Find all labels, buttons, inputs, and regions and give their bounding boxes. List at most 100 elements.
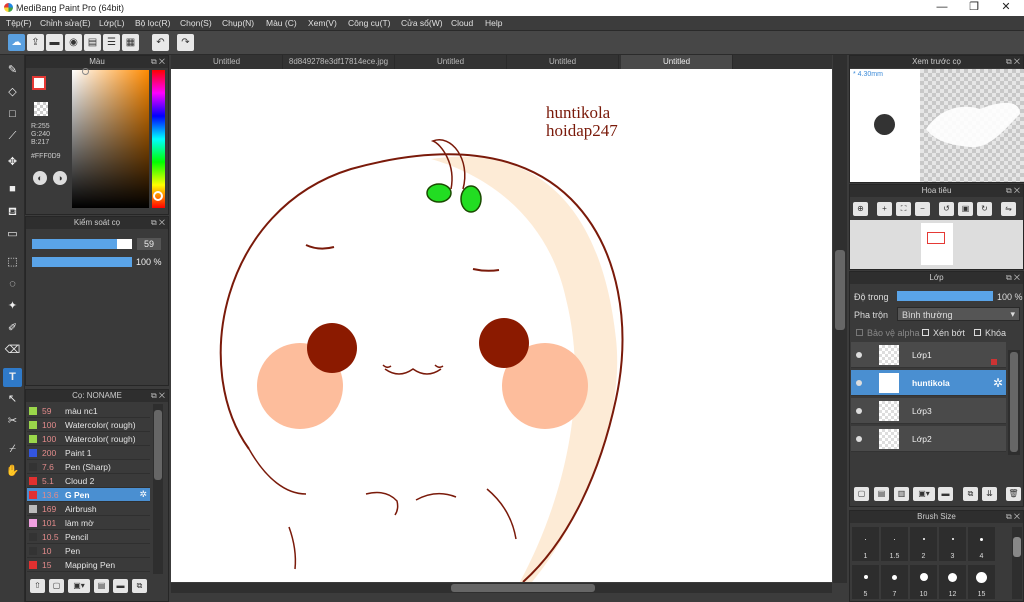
menu-select[interactable]: Chọn(S) <box>180 18 212 28</box>
layer-list-scroll-thumb[interactable] <box>1010 352 1018 452</box>
move-tool-icon[interactable]: ✥ <box>3 153 22 172</box>
grid-icon[interactable]: ▦ <box>122 34 139 51</box>
layer-row[interactable]: huntikola ✲ <box>851 370 1006 396</box>
brush-size-option[interactable]: 4 <box>968 527 995 561</box>
minimize-button[interactable]: — <box>926 0 958 16</box>
undo-icon[interactable]: ↶ <box>152 34 169 51</box>
tab-untitled-1[interactable]: Untitled <box>171 55 283 69</box>
canvas-horizontal-scrollbar[interactable] <box>171 583 832 593</box>
add-layer-menu-icon[interactable]: ▣▾ <box>913 487 935 501</box>
brush-copy-icon[interactable]: ⧉ <box>132 579 147 593</box>
menu-edit[interactable]: Chỉnh sửa(E) <box>40 18 91 28</box>
brush-tool-icon[interactable]: ✎ <box>3 61 22 80</box>
rotate-right-icon[interactable]: ↻ <box>977 202 992 216</box>
gradient-tool-icon[interactable]: ▭ <box>3 225 22 244</box>
eye-icon[interactable] <box>856 408 862 414</box>
foreground-color-swatch[interactable] <box>32 76 46 90</box>
eraser-tool-icon[interactable]: ◇ <box>3 83 22 102</box>
hand-tool-icon[interactable]: ✋ <box>3 462 22 481</box>
tab-untitled-2[interactable]: Untitled <box>395 55 507 69</box>
menu-window[interactable]: Cửa sổ(W) <box>401 18 443 28</box>
menu-tools[interactable]: Công cụ(T) <box>348 18 391 28</box>
merge-layer-icon[interactable]: ⇊ <box>982 487 997 501</box>
brush-list-scroll-thumb[interactable] <box>154 410 162 480</box>
gear-icon[interactable]: ✲ <box>993 376 1003 390</box>
canvas-h-scroll-thumb[interactable] <box>451 584 595 592</box>
brush-size-scroll-thumb[interactable] <box>1013 537 1021 557</box>
layer-folder-icon[interactable]: ▬ <box>938 487 953 501</box>
select-pen-tool-icon[interactable]: ✐ <box>3 319 22 338</box>
brush-list-item[interactable]: 59 màu nc1 <box>27 404 150 418</box>
comment-icon[interactable]: ▬ <box>46 34 63 51</box>
protect-alpha-checkbox[interactable] <box>856 329 863 336</box>
close-button[interactable]: ✕ <box>990 0 1022 16</box>
panel-controls-icon[interactable]: ⧉ ✕ <box>151 217 165 229</box>
brush-size-option[interactable]: 7 <box>881 565 908 599</box>
duplicate-layer-icon[interactable]: ⧉ <box>963 487 978 501</box>
chat-icon[interactable]: ◉ <box>65 34 82 51</box>
brush-list-item[interactable]: 100 Watercolor( rough) <box>27 418 150 432</box>
select-eraser-tool-icon[interactable]: ⌫ <box>3 341 22 360</box>
line-tool-icon[interactable]: ⟋ <box>3 127 22 146</box>
menu-cloud[interactable]: Cloud <box>451 18 473 28</box>
list-icon[interactable]: ☰ <box>103 34 120 51</box>
brush-size-option[interactable]: 3 <box>939 527 966 561</box>
document-icon[interactable]: ▤ <box>84 34 101 51</box>
rotate-left-icon[interactable]: ↺ <box>939 202 954 216</box>
navigator-viewport[interactable] <box>927 232 945 244</box>
menu-capture[interactable]: Chụp(N) <box>222 18 254 28</box>
brush-size-slider[interactable] <box>32 239 132 249</box>
layer-row[interactable]: Lớp1 <box>851 342 1006 368</box>
brush-size-option[interactable]: 12 <box>939 565 966 599</box>
flip-icon[interactable]: ⇋ <box>1001 202 1016 216</box>
canvas-vertical-scrollbar[interactable] <box>833 55 847 583</box>
layer-row[interactable]: Lớp2 <box>851 426 1006 452</box>
select-rect-tool-icon[interactable]: ⬚ <box>3 253 22 272</box>
eyedropper-tool-icon[interactable]: ⌿ <box>3 440 22 459</box>
panel-controls-icon[interactable]: ⧉ ✕ <box>151 56 165 68</box>
menu-help[interactable]: Help <box>485 18 502 28</box>
maximize-button[interactable]: ❐ <box>958 0 990 16</box>
brush-settings-icon[interactable]: ▤ <box>94 579 109 593</box>
zoom-out-icon[interactable]: − <box>915 202 930 216</box>
brush-size-value[interactable]: 59 <box>137 238 161 250</box>
sv-picker-handle[interactable] <box>82 68 89 75</box>
brush-list-item[interactable]: 100 Watercolor( rough) <box>27 432 150 446</box>
brush-new-icon[interactable]: ▢ <box>49 579 64 593</box>
brush-opacity-slider[interactable] <box>32 257 132 267</box>
layer-opacity-slider[interactable] <box>897 291 993 301</box>
new-layer-icon[interactable]: ▢ <box>854 487 869 501</box>
magic-wand-tool-icon[interactable]: ✦ <box>3 297 22 316</box>
transparent-color-swatch[interactable] <box>34 102 48 116</box>
navigator-preview[interactable] <box>850 220 1023 269</box>
new-1bit-layer-icon[interactable]: ▥ <box>894 487 909 501</box>
canvas-text-line2[interactable]: hoidap247 <box>546 121 618 140</box>
canvas-text-line1[interactable]: huntikola <box>546 103 611 122</box>
brush-size-option[interactable]: 15 <box>968 565 995 599</box>
layer-list-scrollbar[interactable] <box>1008 350 1020 455</box>
bucket-tool-icon[interactable]: ⛾ <box>3 203 22 222</box>
brush-list-item[interactable]: 5.1 Cloud 2 <box>27 474 150 488</box>
gear-icon[interactable]: ✲ <box>139 489 147 500</box>
brush-list-item[interactable]: 7.6 Pen (Sharp) <box>27 460 150 474</box>
drawing-canvas[interactable]: huntikola hoidap247 <box>171 69 832 582</box>
tab-untitled-3[interactable]: Untitled <box>507 55 619 69</box>
text-tool-icon[interactable]: T <box>3 368 22 387</box>
tab-jpg-file[interactable]: 8d849278e3df17814ece.jpg <box>283 55 395 69</box>
menu-color[interactable]: Màu (C) <box>266 18 297 28</box>
menu-layer[interactable]: Lớp(L) <box>99 18 124 28</box>
saturation-value-picker[interactable] <box>72 70 149 208</box>
brush-folder-icon[interactable]: ▬ <box>113 579 128 593</box>
panel-controls-icon[interactable]: ⧉ ✕ <box>1006 185 1020 197</box>
clipping-checkbox[interactable] <box>922 329 929 336</box>
menu-file[interactable]: Tệp(F) <box>6 18 32 28</box>
layer-row[interactable]: Lớp3 <box>851 398 1006 424</box>
brush-size-option[interactable]: 10 <box>910 565 937 599</box>
brush-list-item[interactable]: 101 làm mờ <box>27 516 150 530</box>
brush-list-item[interactable]: 10 Pen <box>27 544 150 558</box>
blend-mode-select[interactable]: Bình thường ▾ <box>897 307 1020 321</box>
tab-untitled-active[interactable]: Untitled <box>621 55 733 69</box>
zoom-in-icon[interactable]: + <box>877 202 892 216</box>
fit-icon[interactable]: ⛶ <box>896 202 911 216</box>
panel-controls-icon[interactable]: ⧉ ✕ <box>151 390 165 402</box>
